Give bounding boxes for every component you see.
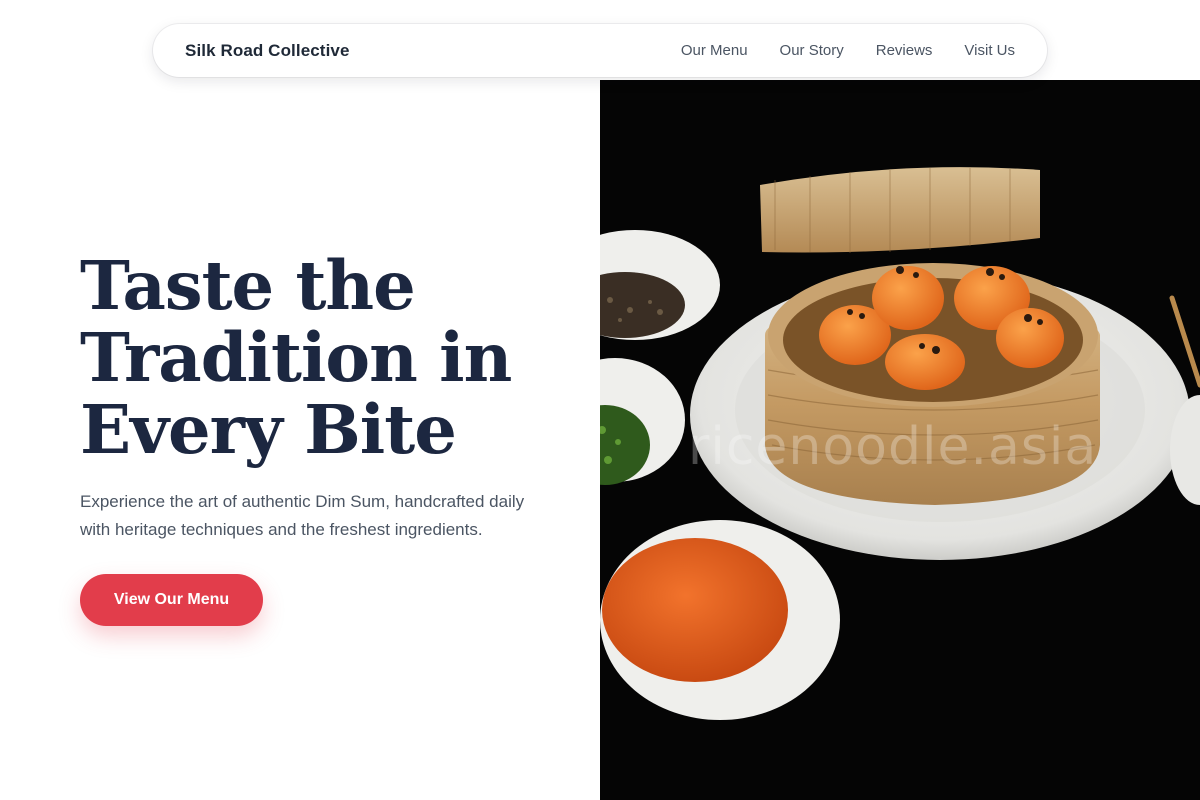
brand-logo[interactable]: Silk Road Collective: [185, 41, 350, 61]
nav-link-visit-us[interactable]: Visit Us: [964, 42, 1015, 59]
hero-subtitle: Experience the art of authentic Dim Sum,…: [80, 492, 525, 539]
steamer-lid-icon: [760, 167, 1040, 253]
headline-line-2: Tradition in: [80, 318, 512, 397]
top-navbar: Silk Road Collective Our Menu Our Story …: [153, 24, 1047, 77]
headline-line-3: Every Bite: [80, 390, 457, 469]
nav-link-reviews[interactable]: Reviews: [876, 42, 933, 59]
headline-line-1: Taste the: [80, 246, 416, 325]
nav-link-our-menu[interactable]: Our Menu: [681, 42, 748, 59]
nav-links: Our Menu Our Story Reviews Visit Us: [681, 42, 1015, 59]
dim-sum-photo: ricenoodle.asia: [600, 80, 1200, 800]
dim-sum-illustration: [600, 80, 1200, 800]
hero-text: Taste the Tradition in Every Bite Experi…: [80, 250, 560, 626]
view-menu-button[interactable]: View Our Menu: [80, 574, 263, 626]
nav-link-our-story[interactable]: Our Story: [780, 42, 844, 59]
hero-headline: Taste the Tradition in Every Bite: [80, 250, 560, 466]
